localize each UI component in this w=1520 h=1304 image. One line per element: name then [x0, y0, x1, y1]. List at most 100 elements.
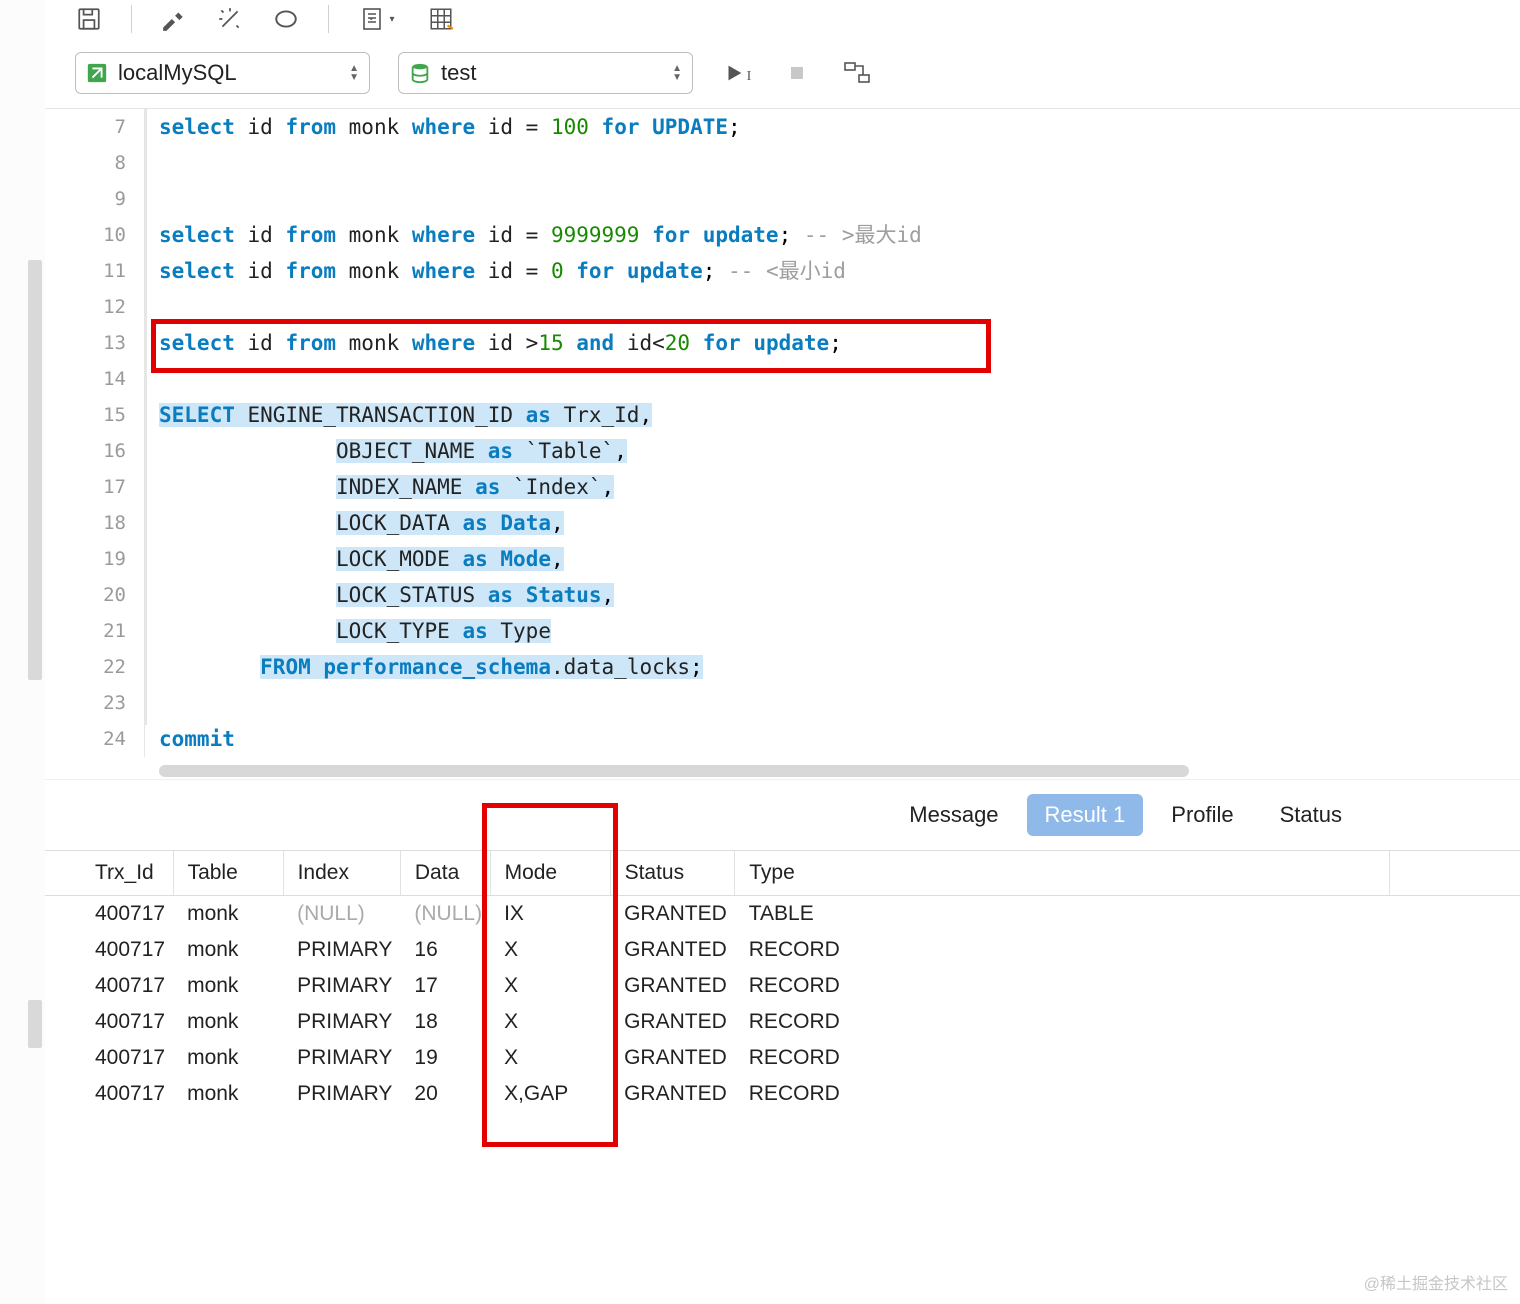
col-mode[interactable]: Mode — [490, 851, 610, 896]
code-line-11[interactable]: select id from monk where id = 0 for upd… — [159, 253, 1520, 289]
code-line-19[interactable]: LOCK_MODE as Mode, — [159, 541, 1520, 577]
code-line-10[interactable]: select id from monk where id = 9999999 f… — [159, 217, 1520, 253]
code-area[interactable]: select id from monk where id = 100 for U… — [145, 109, 1520, 757]
line-number: 20 — [45, 577, 126, 613]
cell: monk — [173, 932, 283, 968]
cell: X — [490, 1040, 610, 1076]
cell: PRIMARY — [283, 968, 400, 1004]
code-line-7[interactable]: select id from monk where id = 100 for U… — [159, 109, 1520, 145]
watermark: @稀土掘金技术社区 — [1364, 1270, 1508, 1294]
col-table[interactable]: Table — [173, 851, 283, 896]
table-row[interactable]: 400717monkPRIMARY20X,GAPGRANTEDRECORD — [45, 1076, 1520, 1112]
code-line-12[interactable] — [159, 289, 1520, 325]
cell: PRIMARY — [283, 932, 400, 968]
code-line-21[interactable]: LOCK_TYPE as Type — [159, 613, 1520, 649]
col-type[interactable]: Type — [735, 851, 1390, 896]
cell: RECORD — [735, 1076, 1390, 1112]
database-select[interactable]: test ▲▼ — [398, 52, 693, 94]
cell: RECORD — [735, 932, 1390, 968]
hammer-icon[interactable] — [160, 5, 188, 33]
database-name: test — [441, 60, 662, 86]
col-trx_id[interactable]: Trx_Id — [45, 851, 173, 896]
tab-status[interactable]: Status — [1262, 794, 1360, 836]
newdoc-icon[interactable]: ▾ — [357, 5, 399, 33]
cell: PRIMARY — [283, 1076, 400, 1112]
cell: 18 — [400, 1004, 490, 1040]
line-number: 19 — [45, 541, 126, 577]
magic-icon[interactable] — [216, 5, 244, 33]
conn-icon — [86, 62, 108, 84]
code-line-9[interactable] — [159, 181, 1520, 217]
code-line-20[interactable]: LOCK_STATUS as Status, — [159, 577, 1520, 613]
cell: 400717 — [45, 1004, 173, 1040]
cell: PRIMARY — [283, 1004, 400, 1040]
line-number: 24 — [45, 721, 126, 757]
db-icon — [409, 62, 431, 84]
code-line-23[interactable] — [159, 685, 1520, 721]
line-number: 7 — [45, 109, 126, 145]
cell: monk — [173, 1004, 283, 1040]
cell: 400717 — [45, 1076, 173, 1112]
cell: monk — [173, 896, 283, 933]
cell: (NULL) — [283, 896, 400, 933]
editor-hscroll[interactable] — [159, 763, 1480, 779]
explain-plan-button[interactable] — [841, 59, 873, 87]
code-line-8[interactable] — [159, 145, 1520, 181]
save-icon[interactable] — [75, 5, 103, 33]
tab-result-1[interactable]: Result 1 — [1027, 794, 1144, 836]
cell: 400717 — [45, 1040, 173, 1076]
chevron-updown-icon: ▲▼ — [349, 64, 359, 82]
line-number: 23 — [45, 685, 126, 721]
line-number: 13 — [45, 325, 126, 361]
code-line-15[interactable]: SELECT ENGINE_TRANSACTION_ID as Trx_Id, — [159, 397, 1520, 433]
code-line-17[interactable]: INDEX_NAME as `Index`, — [159, 469, 1520, 505]
code-line-14[interactable] — [159, 361, 1520, 397]
code-line-16[interactable]: OBJECT_NAME as `Table`, — [159, 433, 1520, 469]
line-number: 10 — [45, 217, 126, 253]
tab-message[interactable]: Message — [891, 794, 1016, 836]
stop-button[interactable] — [781, 59, 813, 87]
connection-select[interactable]: localMySQL ▲▼ — [75, 52, 370, 94]
cell: RECORD — [735, 1004, 1390, 1040]
col-data[interactable]: Data — [400, 851, 490, 896]
code-line-22[interactable]: FROM performance_schema.data_locks; — [159, 649, 1520, 685]
sheet-icon[interactable] — [427, 5, 455, 33]
results-grid[interactable]: Trx_IdTableIndexDataModeStatusType400717… — [45, 850, 1520, 1112]
code-line-24[interactable]: commit — [159, 721, 1520, 757]
code-line-13[interactable]: select id from monk where id >15 and id<… — [159, 325, 1520, 361]
cell: GRANTED — [610, 968, 735, 1004]
line-number: 15 — [45, 397, 126, 433]
table-row[interactable]: 400717monkPRIMARY18XGRANTEDRECORD — [45, 1004, 1520, 1040]
table-row[interactable]: 400717monkPRIMARY16XGRANTEDRECORD — [45, 932, 1520, 968]
col-index[interactable]: Index — [283, 851, 400, 896]
cell: RECORD — [735, 968, 1390, 1004]
cell: monk — [173, 968, 283, 1004]
code-line-18[interactable]: LOCK_DATA as Data, — [159, 505, 1520, 541]
cell: monk — [173, 1076, 283, 1112]
connection-name: localMySQL — [118, 60, 339, 86]
table-row[interactable]: 400717monkPRIMARY19XGRANTEDRECORD — [45, 1040, 1520, 1076]
col-status[interactable]: Status — [610, 851, 735, 896]
line-number: 21 — [45, 613, 126, 649]
line-gutter: 789101112131415161718192021222324 — [45, 109, 145, 757]
cell: X — [490, 1004, 610, 1040]
line-number: 18 — [45, 505, 126, 541]
run-button[interactable]: I — [721, 59, 753, 87]
sql-editor[interactable]: 789101112131415161718192021222324 select… — [45, 108, 1520, 779]
table-row[interactable]: 400717monkPRIMARY17XGRANTEDRECORD — [45, 968, 1520, 1004]
loop-icon[interactable] — [272, 5, 300, 33]
cell: RECORD — [735, 1040, 1390, 1076]
cell: GRANTED — [610, 1004, 735, 1040]
cell: GRANTED — [610, 1040, 735, 1076]
cell: 20 — [400, 1076, 490, 1112]
cell: monk — [173, 1040, 283, 1076]
left-scrollbar[interactable] — [0, 0, 45, 1304]
cell: PRIMARY — [283, 1040, 400, 1076]
line-number: 14 — [45, 361, 126, 397]
toolbar-top: ▾ — [45, 0, 1520, 44]
cell: 400717 — [45, 932, 173, 968]
cell: (NULL) — [400, 896, 490, 933]
tab-profile[interactable]: Profile — [1153, 794, 1251, 836]
cell: IX — [490, 896, 610, 933]
table-row[interactable]: 400717monk(NULL)(NULL)IXGRANTEDTABLE — [45, 896, 1520, 933]
